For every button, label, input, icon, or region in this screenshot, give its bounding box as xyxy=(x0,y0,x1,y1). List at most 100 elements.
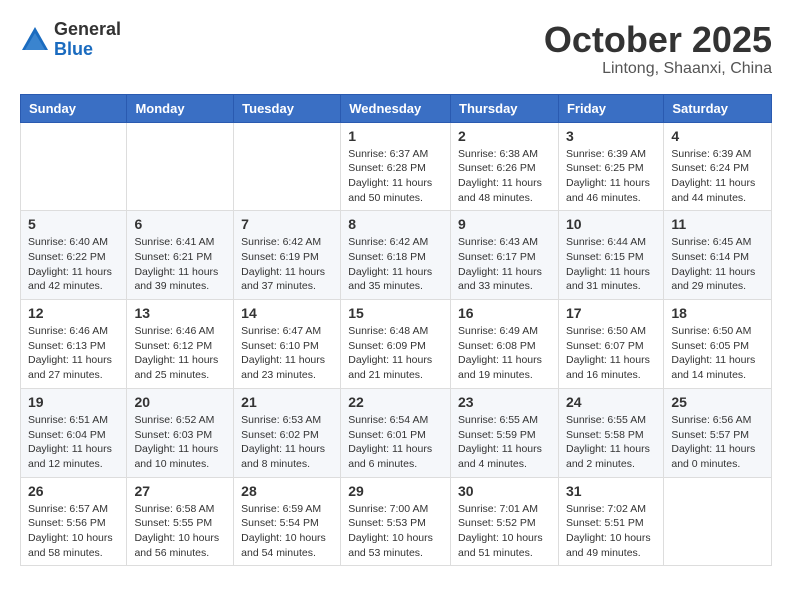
calendar-cell: 24 Sunrise: 6:55 AM Sunset: 5:58 PM Dayli… xyxy=(558,388,663,477)
calendar-cell xyxy=(21,122,127,211)
day-number: 8 xyxy=(348,216,443,232)
day-info: Sunrise: 6:53 AM Sunset: 6:02 PM Dayligh… xyxy=(241,413,333,472)
calendar-cell: 20Sunrise: 6:52 AM Sunset: 6:03 PM Dayli… xyxy=(127,388,234,477)
day-number: 7 xyxy=(241,216,333,232)
day-number: 31 xyxy=(566,483,656,499)
day-info: Sunrise: 6:46 AM Sunset: 6:13 PM Dayligh… xyxy=(28,324,119,383)
calendar-cell: 14 Sunrise: 6:47 AM Sunset: 6:10 PM Dayli… xyxy=(234,300,341,389)
day-info: Sunrise: 6:42 AM Sunset: 6:18 PM Dayligh… xyxy=(348,235,443,294)
calendar-cell: 2 Sunrise: 6:38 AM Sunset: 6:26 PM Daylig… xyxy=(451,122,559,211)
day-number: 17 xyxy=(566,305,656,321)
day-number: 21 xyxy=(241,394,333,410)
day-number: 11 xyxy=(671,216,764,232)
day-info: Sunrise: 6:55 AM Sunset: 5:59 PM Dayligh… xyxy=(458,413,551,472)
calendar-cell: 8 Sunrise: 6:42 AM Sunset: 6:18 PM Daylig… xyxy=(341,211,451,300)
weekday-header: Saturday xyxy=(664,94,772,122)
calendar-cell: 21 Sunrise: 6:53 AM Sunset: 6:02 PM Dayli… xyxy=(234,388,341,477)
calendar-cell: 22 Sunrise: 6:54 AM Sunset: 6:01 PM Dayli… xyxy=(341,388,451,477)
logo-general: General xyxy=(54,20,121,40)
calendar-cell: 27Sunrise: 6:58 AM Sunset: 5:55 PM Dayli… xyxy=(127,477,234,566)
calendar-cell: 7 Sunrise: 6:42 AM Sunset: 6:19 PM Daylig… xyxy=(234,211,341,300)
day-number: 5 xyxy=(28,216,119,232)
day-number: 4 xyxy=(671,128,764,144)
day-number: 13 xyxy=(134,305,226,321)
calendar-cell xyxy=(127,122,234,211)
day-number: 18 xyxy=(671,305,764,321)
calendar-week-row: 1 Sunrise: 6:37 AM Sunset: 6:28 PM Daylig… xyxy=(21,122,772,211)
day-info: Sunrise: 6:43 AM Sunset: 6:17 PM Dayligh… xyxy=(458,235,551,294)
day-number: 23 xyxy=(458,394,551,410)
title-block: October 2025 Lintong, Shaanxi, China xyxy=(544,20,772,78)
day-info: Sunrise: 6:50 AM Sunset: 6:05 PM Dayligh… xyxy=(671,324,764,383)
calendar-week-row: 19 Sunrise: 6:51 AM Sunset: 6:04 PM Dayli… xyxy=(21,388,772,477)
day-info: Sunrise: 6:46 AM Sunset: 6:12 PM Dayligh… xyxy=(134,324,226,383)
weekday-header: Wednesday xyxy=(341,94,451,122)
calendar-cell: 19 Sunrise: 6:51 AM Sunset: 6:04 PM Dayli… xyxy=(21,388,127,477)
weekday-header-row: SundayMondayTuesdayWednesdayThursdayFrid… xyxy=(21,94,772,122)
calendar-cell: 11 Sunrise: 6:45 AM Sunset: 6:14 PM Dayli… xyxy=(664,211,772,300)
calendar-cell: 15Sunrise: 6:48 AM Sunset: 6:09 PM Dayli… xyxy=(341,300,451,389)
calendar-cell: 6Sunrise: 6:41 AM Sunset: 6:21 PM Daylig… xyxy=(127,211,234,300)
day-info: Sunrise: 6:49 AM Sunset: 6:08 PM Dayligh… xyxy=(458,324,551,383)
calendar-cell: 31 Sunrise: 7:02 AM Sunset: 5:51 PM Dayli… xyxy=(558,477,663,566)
day-number: 28 xyxy=(241,483,333,499)
calendar-week-row: 12Sunrise: 6:46 AM Sunset: 6:13 PM Dayli… xyxy=(21,300,772,389)
calendar-cell: 18 Sunrise: 6:50 AM Sunset: 6:05 PM Dayli… xyxy=(664,300,772,389)
calendar-cell: 30 Sunrise: 7:01 AM Sunset: 5:52 PM Dayli… xyxy=(451,477,559,566)
day-number: 26 xyxy=(28,483,119,499)
calendar-cell: 26Sunrise: 6:57 AM Sunset: 5:56 PM Dayli… xyxy=(21,477,127,566)
weekday-header: Thursday xyxy=(451,94,559,122)
day-number: 22 xyxy=(348,394,443,410)
calendar-cell: 23 Sunrise: 6:55 AM Sunset: 5:59 PM Dayli… xyxy=(451,388,559,477)
calendar-cell: 9 Sunrise: 6:43 AM Sunset: 6:17 PM Daylig… xyxy=(451,211,559,300)
day-info: Sunrise: 6:47 AM Sunset: 6:10 PM Dayligh… xyxy=(241,324,333,383)
day-info: Sunrise: 6:45 AM Sunset: 6:14 PM Dayligh… xyxy=(671,235,764,294)
logo-text: General Blue xyxy=(54,20,121,60)
calendar-cell: 5 Sunrise: 6:40 AM Sunset: 6:22 PM Daylig… xyxy=(21,211,127,300)
calendar-cell: 16 Sunrise: 6:49 AM Sunset: 6:08 PM Dayli… xyxy=(451,300,559,389)
calendar-cell: 17 Sunrise: 6:50 AM Sunset: 6:07 PM Dayli… xyxy=(558,300,663,389)
day-number: 29 xyxy=(348,483,443,499)
day-info: Sunrise: 7:02 AM Sunset: 5:51 PM Dayligh… xyxy=(566,502,656,561)
weekday-header: Friday xyxy=(558,94,663,122)
calendar: SundayMondayTuesdayWednesdayThursdayFrid… xyxy=(20,94,772,567)
day-number: 20 xyxy=(134,394,226,410)
day-info: Sunrise: 6:40 AM Sunset: 6:22 PM Dayligh… xyxy=(28,235,119,294)
day-info: Sunrise: 7:00 AM Sunset: 5:53 PM Dayligh… xyxy=(348,502,443,561)
day-number: 30 xyxy=(458,483,551,499)
month-title: October 2025 xyxy=(544,20,772,60)
day-info: Sunrise: 6:42 AM Sunset: 6:19 PM Dayligh… xyxy=(241,235,333,294)
calendar-cell: 13 Sunrise: 6:46 AM Sunset: 6:12 PM Dayli… xyxy=(127,300,234,389)
weekday-header: Tuesday xyxy=(234,94,341,122)
day-info: Sunrise: 6:51 AM Sunset: 6:04 PM Dayligh… xyxy=(28,413,119,472)
day-info: Sunrise: 6:55 AM Sunset: 5:58 PM Dayligh… xyxy=(566,413,656,472)
calendar-week-row: 26Sunrise: 6:57 AM Sunset: 5:56 PM Dayli… xyxy=(21,477,772,566)
day-number: 1 xyxy=(348,128,443,144)
day-number: 15 xyxy=(348,305,443,321)
day-info: Sunrise: 6:39 AM Sunset: 6:25 PM Dayligh… xyxy=(566,147,656,206)
day-number: 16 xyxy=(458,305,551,321)
day-number: 25 xyxy=(671,394,764,410)
day-info: Sunrise: 6:38 AM Sunset: 6:26 PM Dayligh… xyxy=(458,147,551,206)
logo: General Blue xyxy=(20,20,121,60)
day-info: Sunrise: 7:01 AM Sunset: 5:52 PM Dayligh… xyxy=(458,502,551,561)
calendar-week-row: 5 Sunrise: 6:40 AM Sunset: 6:22 PM Daylig… xyxy=(21,211,772,300)
day-info: Sunrise: 6:50 AM Sunset: 6:07 PM Dayligh… xyxy=(566,324,656,383)
day-number: 10 xyxy=(566,216,656,232)
day-number: 9 xyxy=(458,216,551,232)
weekday-header: Monday xyxy=(127,94,234,122)
page-header: General Blue October 2025 Lintong, Shaan… xyxy=(20,20,772,78)
day-info: Sunrise: 6:54 AM Sunset: 6:01 PM Dayligh… xyxy=(348,413,443,472)
day-number: 24 xyxy=(566,394,656,410)
day-info: Sunrise: 6:37 AM Sunset: 6:28 PM Dayligh… xyxy=(348,147,443,206)
weekday-header: Sunday xyxy=(21,94,127,122)
calendar-cell: 25Sunrise: 6:56 AM Sunset: 5:57 PM Dayli… xyxy=(664,388,772,477)
calendar-cell: 10Sunrise: 6:44 AM Sunset: 6:15 PM Dayli… xyxy=(558,211,663,300)
day-number: 19 xyxy=(28,394,119,410)
day-info: Sunrise: 6:39 AM Sunset: 6:24 PM Dayligh… xyxy=(671,147,764,206)
day-number: 14 xyxy=(241,305,333,321)
logo-icon xyxy=(20,25,50,55)
day-info: Sunrise: 6:41 AM Sunset: 6:21 PM Dayligh… xyxy=(134,235,226,294)
day-info: Sunrise: 6:59 AM Sunset: 5:54 PM Dayligh… xyxy=(241,502,333,561)
day-number: 2 xyxy=(458,128,551,144)
